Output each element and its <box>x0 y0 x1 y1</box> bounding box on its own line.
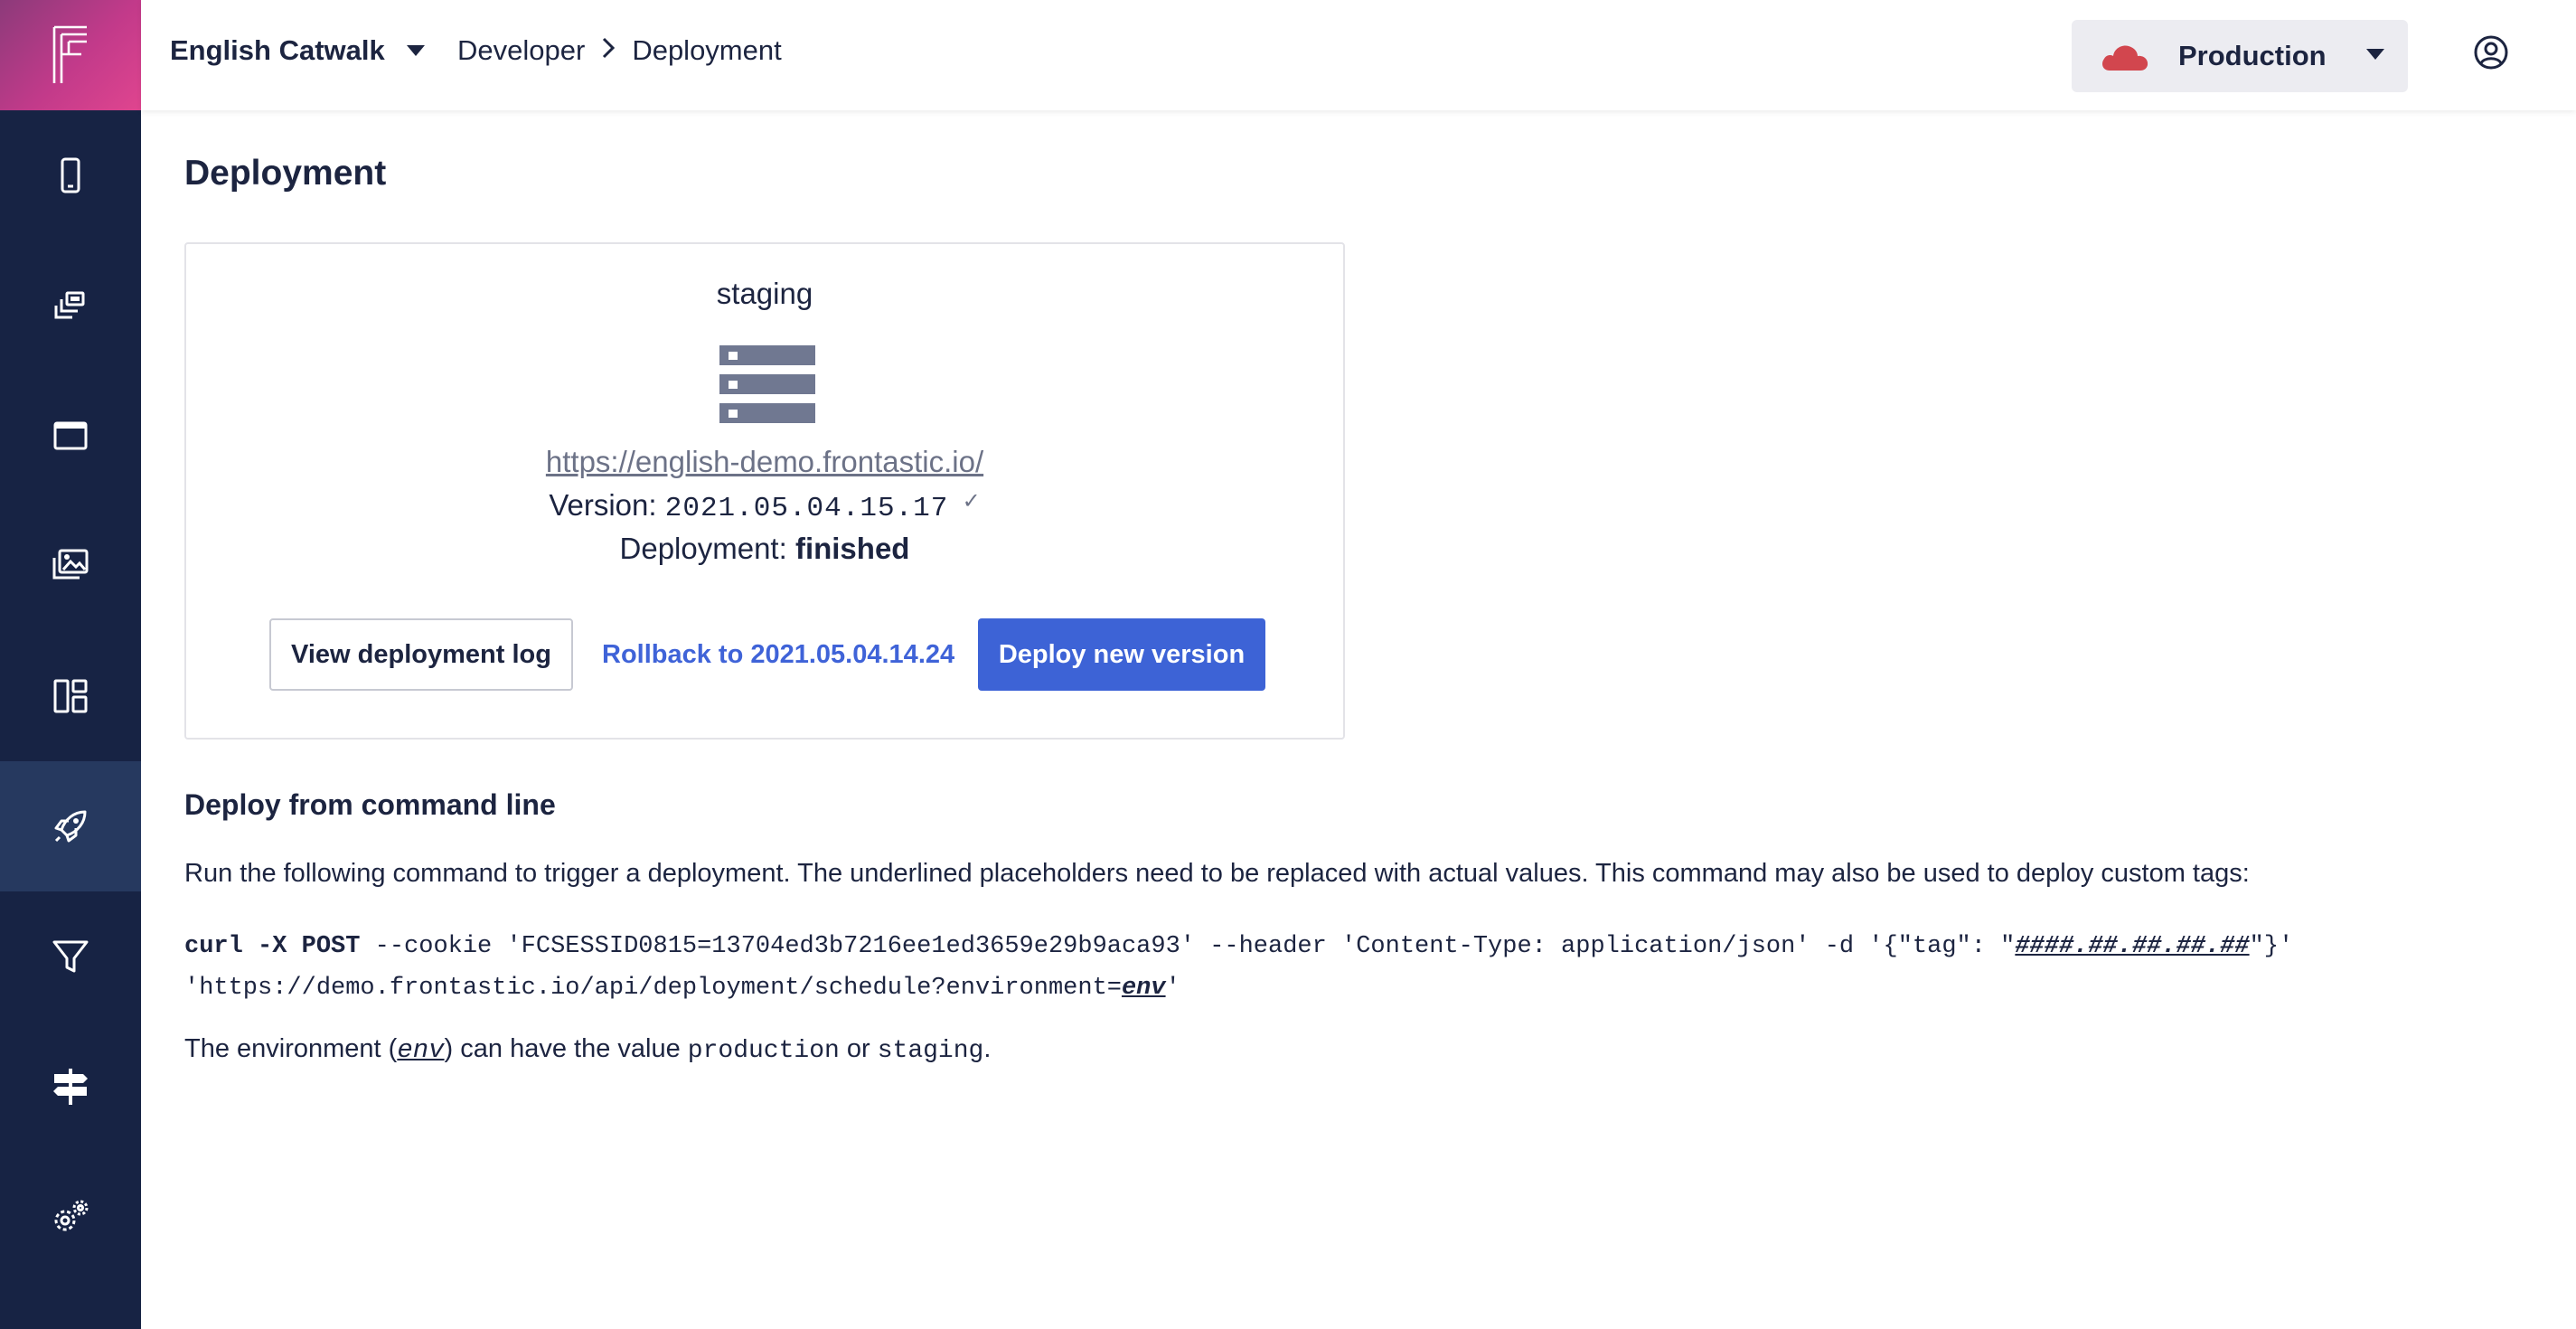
tag-placeholder: ####.##.##.##.## <box>2015 933 2250 960</box>
sidebar-item-pages[interactable] <box>0 240 141 371</box>
deployment-status-line: Deployment: finished <box>186 532 1343 566</box>
sidebar-item-settings[interactable] <box>0 1152 141 1282</box>
cmd-url-end: ' <box>1165 975 1180 1002</box>
page-title: Deployment <box>184 154 387 193</box>
cloud-icon <box>2102 45 2148 71</box>
note-mid: ) can have the value <box>444 1034 688 1063</box>
cmd-url: 'https://demo.frontastic.io/api/deployme… <box>184 975 1122 1002</box>
project-selector[interactable]: English Catwalk <box>170 34 425 67</box>
cmd-curl: curl <box>184 933 243 960</box>
env-placeholder: env <box>1121 975 1166 1002</box>
rocket-icon <box>54 810 87 843</box>
frontastic-logo[interactable] <box>0 0 141 110</box>
environment-selector[interactable]: Production <box>2072 20 2408 92</box>
sidebar <box>0 0 141 1329</box>
breadcrumb: Developer Deployment <box>457 34 782 67</box>
note-end: . <box>983 1034 992 1063</box>
sidebar-item-routing[interactable] <box>0 1022 141 1152</box>
cli-command-line-2: 'https://demo.frontastic.io/api/deployme… <box>184 967 2293 1009</box>
settings-icon <box>54 1200 89 1231</box>
note-staging: staging <box>877 1037 984 1065</box>
note-env-placeholder: env <box>397 1035 445 1065</box>
filter-icon <box>52 940 89 973</box>
checkmark-icon: ✓ <box>962 489 981 514</box>
window-icon <box>53 421 88 450</box>
version-value: 2021.05.04.15.17 <box>664 493 949 524</box>
sidebar-item-mobile[interactable] <box>0 110 141 240</box>
chevron-down-icon <box>2366 49 2384 60</box>
cmd-post: POST <box>301 933 361 960</box>
environment-url-link[interactable]: https://english-demo.frontastic.io/ <box>186 445 1343 479</box>
dashboard-icon <box>53 679 88 713</box>
environment-note: The environment (env) can have the value… <box>184 1034 991 1065</box>
sidebar-item-dashboard[interactable] <box>0 631 141 761</box>
cmd-x-flag: -X <box>258 933 287 960</box>
cli-section-title: Deploy from command line <box>184 788 556 821</box>
environment-name: staging <box>716 277 813 310</box>
sidebar-item-filter[interactable] <box>0 891 141 1022</box>
breadcrumb-developer[interactable]: Developer <box>457 34 585 67</box>
mobile-icon <box>61 157 80 193</box>
cmd-cookie-header: --cookie 'FCSESSID0815=13704ed3b7216ee1e… <box>360 933 2016 960</box>
cmd-body-end: "}' <box>2249 933 2294 960</box>
breadcrumb-deployment: Deployment <box>632 34 782 66</box>
pages-icon <box>54 291 85 319</box>
signpost-icon <box>53 1069 88 1105</box>
note-production: production <box>687 1037 840 1065</box>
cli-command-line-1: curl -X POST --cookie 'FCSESSID0815=1370… <box>184 926 2293 967</box>
deployment-card: staging https://english-demo.frontastic.… <box>184 242 1345 740</box>
chevron-down-icon <box>406 45 425 56</box>
chevron-right-icon <box>601 34 616 67</box>
note-prefix: The environment ( <box>184 1034 398 1063</box>
version-label: Version: <box>549 488 657 522</box>
deploy-new-version-button[interactable]: Deploy new version <box>978 618 1265 691</box>
user-icon <box>2474 35 2508 70</box>
media-icon <box>52 549 89 580</box>
view-deployment-log-button[interactable]: View deployment log <box>269 618 573 691</box>
note-or: or <box>839 1034 878 1063</box>
version-line: Version: 2021.05.04.15.17 ✓ <box>186 488 1343 524</box>
server-icon <box>719 345 815 423</box>
deployment-status: finished <box>794 532 910 565</box>
deployment-label: Deployment: <box>619 532 787 565</box>
environment-label: Production <box>2178 40 2327 71</box>
cli-command: curl -X POST --cookie 'FCSESSID0815=1370… <box>184 926 2293 1009</box>
user-menu[interactable] <box>2473 34 2509 75</box>
topbar: English Catwalk Developer Deployment Pro… <box>141 0 2576 110</box>
sidebar-item-deployment[interactable] <box>0 761 141 891</box>
cli-description: Run the following command to trigger a d… <box>184 859 2250 888</box>
rollback-button[interactable]: Rollback to 2021.05.04.14.24 <box>602 618 954 691</box>
project-name: English Catwalk <box>170 34 385 66</box>
logo-f-icon <box>52 25 87 83</box>
sidebar-item-media[interactable] <box>0 501 141 631</box>
sidebar-item-layout[interactable] <box>0 371 141 501</box>
